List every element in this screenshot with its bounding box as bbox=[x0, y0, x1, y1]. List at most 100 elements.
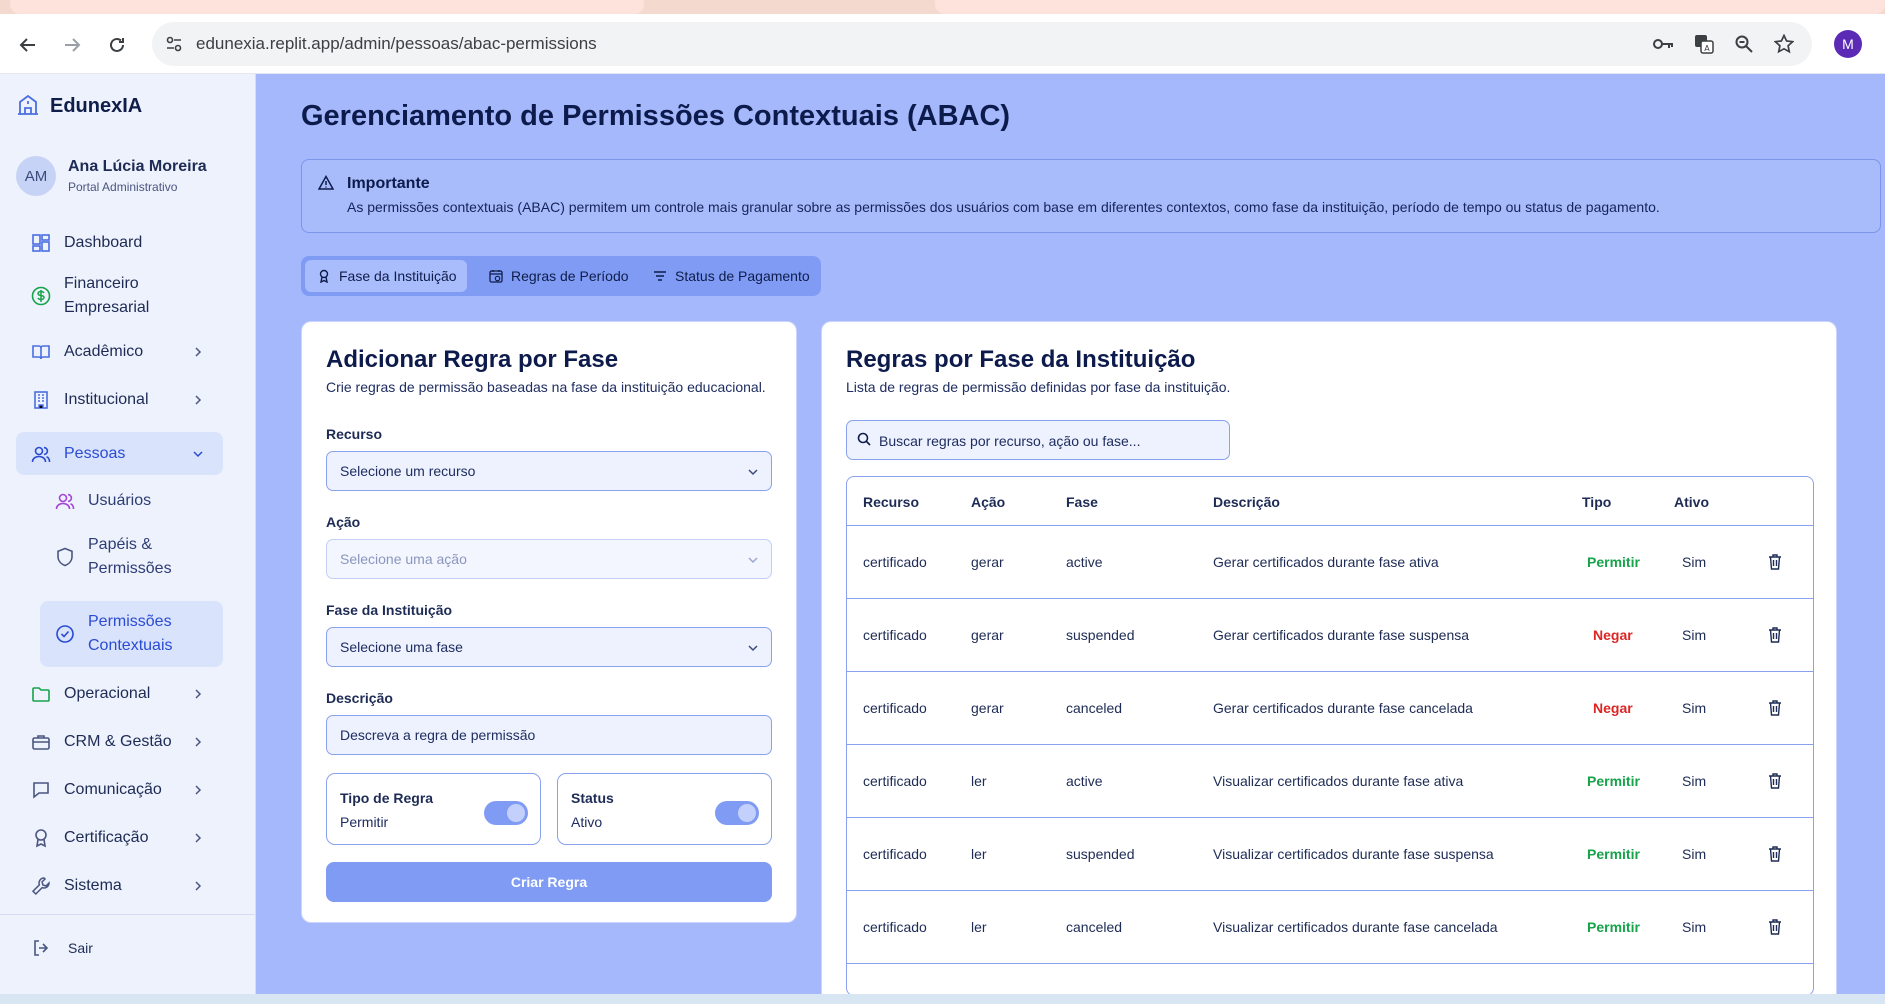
browser-tab[interactable] bbox=[10, 0, 644, 14]
sidebar-item-certificacao[interactable]: Certificação bbox=[16, 818, 223, 858]
sidebar-subitem-papeis[interactable]: Papéis & Permissões bbox=[40, 528, 223, 586]
briefcase-icon bbox=[30, 731, 52, 753]
column-header: Fase bbox=[1066, 494, 1098, 510]
status-value: Ativo bbox=[571, 814, 603, 830]
sidebar-item-dashboard[interactable]: Dashboard bbox=[16, 223, 223, 263]
chevron-right-icon bbox=[191, 687, 205, 701]
sidebar-subitem-label: Usuários bbox=[88, 492, 152, 509]
cell-resource: certificado bbox=[863, 554, 927, 570]
action-select[interactable]: Selecione uma ação bbox=[326, 539, 772, 579]
sidebar-subitem-label: Papéis & Permissões bbox=[88, 536, 172, 577]
table-header: Recurso Ação Fase Descrição Tipo Ativo bbox=[847, 477, 1813, 526]
rules-subtitle: Lista de regras de permissão definidas p… bbox=[846, 379, 1231, 395]
sidebar-item-operacional[interactable]: Operacional bbox=[16, 674, 223, 714]
tab-fase-instituicao[interactable]: Fase da Instituição bbox=[305, 260, 467, 292]
toggle-knob bbox=[507, 804, 525, 822]
zoom-icon[interactable] bbox=[1732, 32, 1756, 56]
description-placeholder: Descreva a regra de permissão bbox=[340, 727, 536, 743]
status-toggle[interactable] bbox=[715, 801, 759, 825]
cell-action: ler bbox=[971, 773, 987, 789]
sidebar-item-comunicacao[interactable]: Comunicação bbox=[16, 770, 223, 810]
description-input[interactable]: Descreva a regra de permissão bbox=[326, 715, 772, 755]
cell-phase: active bbox=[1066, 554, 1103, 570]
sidebar-item-financeiro[interactable]: Financeiro Empresarial bbox=[16, 267, 223, 325]
svg-text:A: A bbox=[1704, 44, 1710, 53]
dollar-icon bbox=[30, 285, 52, 307]
cell-description: Visualizar certificados durante fase sus… bbox=[1213, 846, 1494, 862]
rule-type-switch-box: Tipo de Regra Permitir bbox=[326, 773, 541, 845]
sidebar-item-sistema[interactable]: Sistema bbox=[16, 866, 223, 906]
translate-icon[interactable]: A bbox=[1692, 32, 1716, 56]
cell-resource: certificado bbox=[863, 773, 927, 789]
brand[interactable]: EdunexIA bbox=[16, 92, 142, 121]
tab-list: Fase da Instituição Regras de Período St… bbox=[301, 256, 821, 296]
sidebar-item-label: Comunicação bbox=[64, 781, 162, 798]
chevron-right-icon bbox=[191, 879, 205, 893]
create-rule-button[interactable]: Criar Regra bbox=[326, 862, 772, 902]
sidebar-item-academico[interactable]: Acadêmico bbox=[16, 332, 223, 372]
cell-phase: canceled bbox=[1066, 700, 1123, 716]
cell-active: Sim bbox=[1682, 919, 1707, 935]
sidebar-subitem-permissoes-contextuais[interactable]: Permissões Contextuais bbox=[40, 601, 223, 667]
sidebar-item-label: Institucional bbox=[64, 391, 149, 408]
resource-select[interactable]: Selecione um recurso bbox=[326, 451, 772, 491]
toggle-knob bbox=[738, 804, 756, 822]
cell-description: Gerar certificados durante fase ativa bbox=[1213, 554, 1439, 570]
school-building-icon bbox=[16, 92, 40, 121]
password-key-icon[interactable] bbox=[1652, 32, 1676, 56]
sidebar-item-label: Pessoas bbox=[64, 445, 126, 462]
sidebar-subitem-usuarios[interactable]: Usuários bbox=[40, 479, 223, 523]
cell-action: gerar bbox=[971, 700, 1004, 716]
table-row: certificado gerar suspended Gerar certif… bbox=[847, 599, 1813, 672]
sidebar-item-pessoas[interactable]: Pessoas bbox=[16, 432, 223, 475]
trash-icon[interactable] bbox=[1768, 919, 1782, 940]
phase-select[interactable]: Selecione uma fase bbox=[326, 627, 772, 667]
filter-icon bbox=[651, 267, 669, 285]
chevron-right-icon bbox=[191, 783, 205, 797]
page-title: Gerenciamento de Permissões Contextuais … bbox=[301, 100, 1011, 132]
user-profile: AM Ana Lúcia Moreira Portal Administrati… bbox=[16, 152, 240, 208]
column-header: Recurso bbox=[863, 494, 920, 510]
address-bar[interactable]: edunexia.replit.app/admin/pessoas/abac-p… bbox=[152, 22, 1812, 66]
sidebar-item-label: Sistema bbox=[64, 877, 122, 894]
cell-action: gerar bbox=[971, 627, 1004, 643]
chevron-down-icon bbox=[191, 447, 205, 461]
cell-action: ler bbox=[971, 919, 987, 935]
phase-select-value: Selecione uma fase bbox=[340, 639, 463, 655]
alert-title: Importante bbox=[347, 175, 430, 192]
sidebar-item-institucional[interactable]: Institucional bbox=[16, 380, 223, 420]
resource-label: Recurso bbox=[326, 426, 383, 442]
rules-title: Regras por Fase da Instituição bbox=[846, 346, 1196, 373]
url-text[interactable]: edunexia.replit.app/admin/pessoas/abac-p… bbox=[196, 34, 597, 54]
chevron-right-icon bbox=[191, 393, 205, 407]
main-content: Gerenciamento de Permissões Contextuais … bbox=[256, 74, 1885, 994]
trash-icon[interactable] bbox=[1768, 773, 1782, 794]
resource-select-value: Selecione um recurso bbox=[340, 463, 476, 479]
tab-status-pagamento[interactable]: Status de Pagamento bbox=[643, 260, 818, 292]
rule-type-toggle[interactable] bbox=[484, 801, 528, 825]
sidebar-item-label: CRM & Gestão bbox=[64, 733, 172, 750]
trash-icon[interactable] bbox=[1768, 700, 1782, 721]
rule-type-value: Permitir bbox=[340, 814, 389, 830]
tab-regras-periodo[interactable]: Regras de Período bbox=[479, 260, 637, 292]
forward-icon[interactable] bbox=[58, 31, 86, 59]
tab-label: Status de Pagamento bbox=[675, 268, 810, 284]
profile-avatar[interactable]: M bbox=[1834, 30, 1862, 58]
trash-icon[interactable] bbox=[1768, 627, 1782, 648]
back-icon[interactable] bbox=[14, 31, 42, 59]
chevron-right-icon bbox=[191, 735, 205, 749]
rules-search-input[interactable]: Buscar regras por recurso, ação ou fase.… bbox=[846, 420, 1230, 460]
bookmark-star-icon[interactable] bbox=[1772, 32, 1796, 56]
trash-icon[interactable] bbox=[1768, 554, 1782, 575]
logout-button[interactable]: Sair bbox=[16, 930, 223, 966]
tab-label: Fase da Instituição bbox=[339, 268, 457, 284]
cell-type-badge: Permitir bbox=[1587, 919, 1640, 935]
browser-tab[interactable] bbox=[935, 0, 1885, 14]
cell-resource: certificado bbox=[863, 846, 927, 862]
reload-icon[interactable] bbox=[103, 31, 131, 59]
site-settings-icon[interactable] bbox=[162, 32, 186, 56]
sidebar-item-crm[interactable]: CRM & Gestão bbox=[16, 722, 223, 762]
logout-icon bbox=[30, 937, 52, 959]
trash-icon[interactable] bbox=[1768, 846, 1782, 867]
table-row: certificado ler active Visualizar certif… bbox=[847, 745, 1813, 818]
